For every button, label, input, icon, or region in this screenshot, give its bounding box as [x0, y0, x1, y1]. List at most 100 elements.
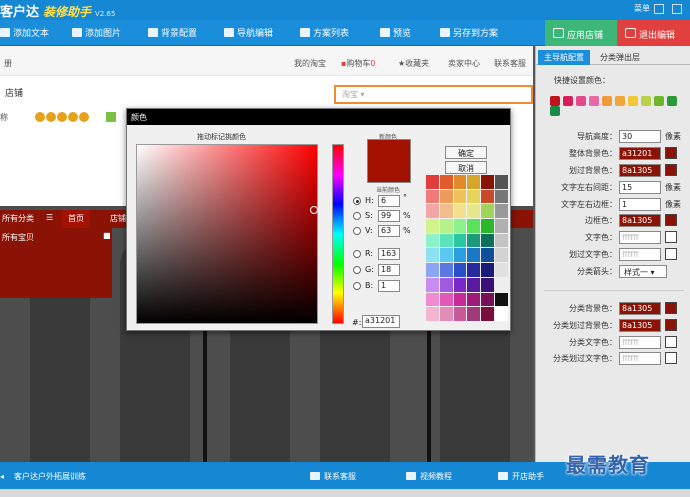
palette-swatch[interactable] [481, 277, 495, 292]
palette-swatch[interactable] [467, 219, 481, 233]
minimize-icon[interactable] [654, 4, 664, 14]
palette-swatch[interactable] [467, 292, 481, 307]
quick-color-swatch[interactable] [654, 96, 664, 106]
quick-color-swatch[interactable] [667, 96, 677, 106]
palette-swatch[interactable] [481, 248, 495, 263]
nav-height-input[interactable]: 30 [619, 130, 661, 143]
quick-color-swatches[interactable] [550, 96, 690, 116]
h-radio[interactable] [353, 197, 361, 205]
quick-color-swatch[interactable] [615, 96, 625, 106]
v-input[interactable]: 63 [378, 225, 400, 237]
palette-swatch[interactable] [426, 277, 439, 292]
palette-swatch[interactable] [453, 248, 467, 263]
hex-input[interactable]: a31201 [362, 315, 400, 328]
video-tutorial-button[interactable]: 视频教程 [406, 471, 452, 482]
b-input[interactable]: 1 [378, 280, 400, 292]
nav-shop[interactable]: 店铺 [110, 213, 126, 224]
cat-hover-text-input[interactable]: ffffff [619, 352, 661, 365]
palette-swatch[interactable] [495, 189, 508, 204]
apply-to-shop-button[interactable]: 应用店铺 [545, 20, 617, 46]
palette-swatch[interactable] [453, 307, 467, 321]
palette-swatch[interactable] [426, 204, 439, 219]
palette-swatch[interactable] [467, 307, 481, 321]
palette-swatch[interactable] [481, 292, 495, 307]
quick-color-swatch[interactable] [602, 96, 612, 106]
palette-swatch[interactable] [439, 263, 453, 277]
add-image-button[interactable]: 添加图片 [72, 26, 121, 39]
palette-swatch[interactable] [481, 175, 495, 189]
text-color-picker-button[interactable] [665, 231, 677, 243]
bottom-left-link[interactable]: ◂ 客户达户外拓展训练 [0, 471, 86, 482]
cart-link[interactable]: ▪购物车0 [341, 58, 376, 69]
s-input[interactable]: 99 [378, 210, 400, 222]
cat-bg-input[interactable]: 8a1305 [619, 302, 661, 315]
palette-swatch[interactable] [467, 189, 481, 204]
my-taobao-link[interactable]: 我的淘宝 [294, 58, 326, 69]
palette-swatch[interactable] [495, 219, 508, 233]
color-palette[interactable] [426, 175, 508, 321]
shop-search-input[interactable]: 淘宝 ▾ [334, 85, 533, 104]
palette-swatch[interactable] [453, 277, 467, 292]
palette-swatch[interactable] [467, 175, 481, 189]
palette-swatch[interactable] [481, 263, 495, 277]
seller-center-link[interactable]: 卖家中心 [448, 58, 480, 69]
exit-edit-button[interactable]: 退出编辑 [617, 20, 690, 46]
palette-swatch[interactable] [426, 189, 439, 204]
cat-hover-text-picker-button[interactable] [665, 352, 677, 364]
palette-swatch[interactable] [481, 219, 495, 233]
r-radio[interactable] [353, 250, 361, 258]
text-color-input[interactable]: ffffff [619, 231, 661, 244]
hover-bg-input[interactable]: 8a1305 [619, 164, 661, 177]
palette-swatch[interactable] [467, 233, 481, 248]
cat-text-input[interactable]: ffffff [619, 336, 661, 349]
text-spacing-input[interactable]: 15 [619, 181, 661, 194]
bg-color-picker-button[interactable] [665, 147, 677, 159]
palette-swatch[interactable] [439, 204, 453, 219]
bg-color-input[interactable]: a31201 [619, 147, 661, 160]
cat-text-picker-button[interactable] [665, 336, 677, 348]
palette-swatch[interactable] [495, 263, 508, 277]
palette-swatch[interactable] [453, 263, 467, 277]
palette-swatch[interactable] [439, 175, 453, 189]
palette-swatch[interactable] [453, 233, 467, 248]
palette-swatch[interactable] [467, 263, 481, 277]
palette-swatch[interactable] [426, 175, 439, 189]
preview-button[interactable]: 预览 [380, 26, 411, 39]
v-radio[interactable] [353, 227, 361, 235]
hover-text-picker-button[interactable] [665, 248, 677, 260]
hover-bg-picker-button[interactable] [665, 164, 677, 176]
palette-swatch[interactable] [495, 248, 508, 263]
palette-swatch[interactable] [467, 204, 481, 219]
border-color-picker-button[interactable] [665, 214, 677, 226]
palette-swatch[interactable] [439, 307, 453, 321]
palette-swatch[interactable] [481, 307, 495, 321]
text-border-input[interactable]: 1 [619, 198, 661, 211]
quick-color-swatch[interactable] [550, 96, 560, 106]
palette-swatch[interactable] [426, 307, 439, 321]
palette-swatch[interactable] [426, 248, 439, 263]
arrow-style-select[interactable]: 样式一 ▾ [619, 265, 667, 278]
hue-slider[interactable] [332, 144, 344, 324]
quick-color-swatch[interactable] [563, 96, 573, 106]
nav-home[interactable]: 首页 [62, 210, 90, 228]
quick-color-swatch[interactable] [550, 106, 560, 116]
quick-color-swatch[interactable] [641, 96, 651, 106]
cancel-button[interactable]: 取消 [445, 161, 487, 174]
all-products-item[interactable]: 所有宝贝 [2, 232, 34, 243]
add-text-button[interactable]: 添加文本 [0, 26, 49, 39]
palette-swatch[interactable] [481, 204, 495, 219]
palette-swatch[interactable] [453, 292, 467, 307]
tab-category-popup[interactable]: 分类弹出层 [594, 50, 646, 65]
g-input[interactable]: 18 [378, 264, 400, 276]
palette-swatch[interactable] [453, 219, 467, 233]
contact-service-button[interactable]: 联系客服 [310, 471, 356, 482]
cat-hover-bg-input[interactable]: 8a1305 [619, 319, 661, 332]
background-config-button[interactable]: 背景配置 [148, 26, 197, 39]
scheme-list-button[interactable]: 方案列表 [300, 26, 349, 39]
s-radio[interactable] [353, 212, 361, 220]
palette-swatch[interactable] [495, 277, 508, 292]
shop-assistant-button[interactable]: 开店助手 [498, 471, 544, 482]
tab-main-nav[interactable]: 主导航配置 [538, 50, 590, 65]
nav-edit-button[interactable]: 导航编辑 [224, 26, 273, 39]
contact-link[interactable]: 联系客服 [494, 58, 526, 69]
